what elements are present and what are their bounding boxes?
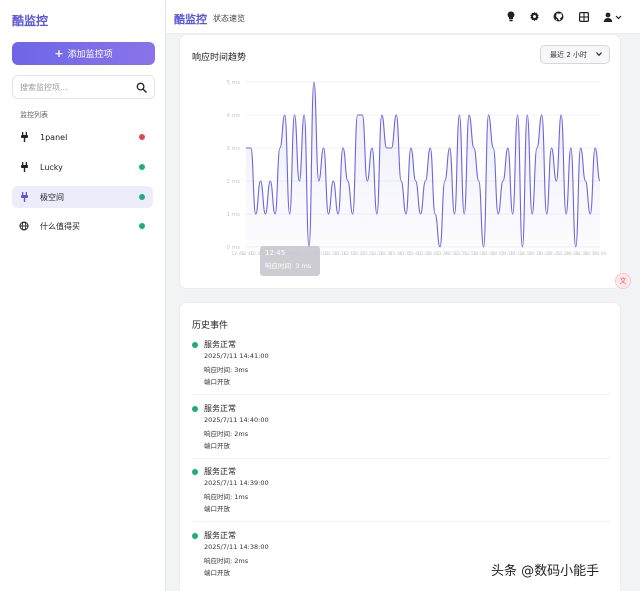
lightbulb-icon[interactable] [505, 11, 516, 22]
y-tick-label: 3 ms [227, 146, 241, 152]
events-title: 历史事件 [192, 321, 229, 331]
status-dot-up [139, 164, 145, 170]
status-dot-up [139, 223, 145, 229]
sidebar-item-label: 极空间 [40, 192, 64, 202]
top-bar: 酷监控 状态速览 [166, 0, 640, 34]
event-status: 服务正常 [204, 467, 236, 476]
plug-icon [19, 192, 29, 202]
gear-icon[interactable] [529, 11, 540, 22]
grid-icon[interactable] [578, 11, 589, 22]
y-tick-label: 2 ms [227, 179, 241, 185]
github-icon[interactable] [553, 11, 564, 22]
event-status: 服务正常 [204, 531, 236, 540]
sidebar-item-label: 1panel [40, 132, 68, 142]
topbar-brand[interactable]: 酷监控 [174, 11, 207, 27]
event-response: 响应时间: 1ms [204, 493, 249, 501]
status-dot-up [139, 194, 145, 200]
sidebar-item-label: Lucky [40, 162, 63, 172]
event-item: 服务正常 2025/7/11 14:41:00 响应时间: 3ms 端口开放 [192, 339, 610, 399]
event-response: 响应时间: 2ms [204, 430, 249, 438]
event-item: 服务正常 2025/7/11 14:39:00 响应时间: 1ms 端口开放 [192, 466, 610, 526]
status-dot-up [192, 342, 198, 348]
topbar-subtitle[interactable]: 状态速览 [213, 13, 245, 24]
sidebar-item-label: 什么值得买 [40, 221, 80, 231]
add-monitor-label: 添加监控项 [67, 50, 113, 60]
event-time: 2025/7/11 14:39:00 [204, 479, 269, 487]
status-dot-up [192, 469, 198, 475]
divider [192, 458, 610, 459]
event-item: 服务正常 2025/7/11 14:40:00 响应时间: 2ms 端口开放 [192, 403, 610, 463]
series-area [246, 82, 600, 247]
y-tick-label: 5 ms [227, 80, 241, 86]
y-tick-label: 1 ms [227, 212, 241, 218]
add-monitor-button[interactable]: + 添加监控项 [12, 42, 155, 65]
sidebar: 酷监控 + 添加监控项 监控列表 1panel Lucky [0, 0, 166, 591]
monitor-list-title: 监控列表 [20, 111, 48, 119]
event-time: 2025/7/11 14:38:00 [204, 543, 269, 551]
sidebar-brand[interactable]: 酷监控 [12, 12, 48, 29]
event-response: 响应时间: 2ms [204, 557, 249, 565]
event-port: 端口开放 [204, 442, 230, 450]
event-port: 端口开放 [204, 378, 230, 386]
chart-tooltip: 12:45 响应时间: 3 ms [260, 246, 320, 276]
event-time: 2025/7/11 14:41:00 [204, 352, 269, 360]
plug-icon [19, 132, 29, 142]
plus-icon: + [54, 47, 64, 60]
globe-icon [19, 221, 29, 231]
sidebar-item-lucky[interactable]: Lucky [12, 156, 153, 178]
status-dot-up [192, 533, 198, 539]
sidebar-item-jikongjian[interactable]: 极空间 [12, 186, 153, 208]
sidebar-item-1panel[interactable]: 1panel [12, 126, 153, 148]
watermark: 头条 @数码小能手 [491, 564, 600, 579]
divider [192, 521, 610, 522]
search-input[interactable] [20, 80, 130, 95]
tooltip-value: 响应时间: 3 ms [265, 262, 312, 270]
y-tick-label: 0 ms [227, 245, 241, 251]
response-time-chart[interactable]: 0 ms1 ms2 ms3 ms4 ms5 ms12:4312:4612:49 1… [180, 35, 622, 290]
divider [192, 394, 610, 395]
y-tick-label: 4 ms [227, 113, 241, 119]
event-port: 端口开放 [204, 569, 230, 577]
event-time: 2025/7/11 14:40:00 [204, 416, 269, 424]
app-root: 酷监控 + 添加监控项 监控列表 1panel Lucky [0, 0, 640, 591]
sidebar-item-smzdm[interactable]: 什么值得买 [12, 215, 153, 237]
search-box [12, 75, 155, 99]
event-status: 服务正常 [204, 404, 236, 413]
response-chart-card: 响应时间趋势 最近 2 小时 0 ms 1 ms 2 ms 3 ms 4 ms 5 ms 1… [179, 34, 621, 289]
event-status: 服务正常 [204, 340, 236, 349]
translate-float-icon[interactable]: 文 [615, 273, 631, 289]
status-dot-down [139, 134, 145, 140]
plug-icon [19, 162, 29, 172]
tooltip-time: 12:45 [265, 249, 286, 257]
history-events-card: 历史事件 服务正常 2025/7/11 14:41:00 响应时间: 3ms 端… [179, 302, 621, 591]
user-menu-icon[interactable] [603, 11, 623, 22]
event-port: 端口开放 [204, 505, 230, 513]
status-dot-up [192, 406, 198, 412]
event-response: 响应时间: 3ms [204, 366, 249, 374]
search-icon[interactable] [136, 82, 147, 93]
x-tick-label: 14:40 [594, 251, 607, 257]
